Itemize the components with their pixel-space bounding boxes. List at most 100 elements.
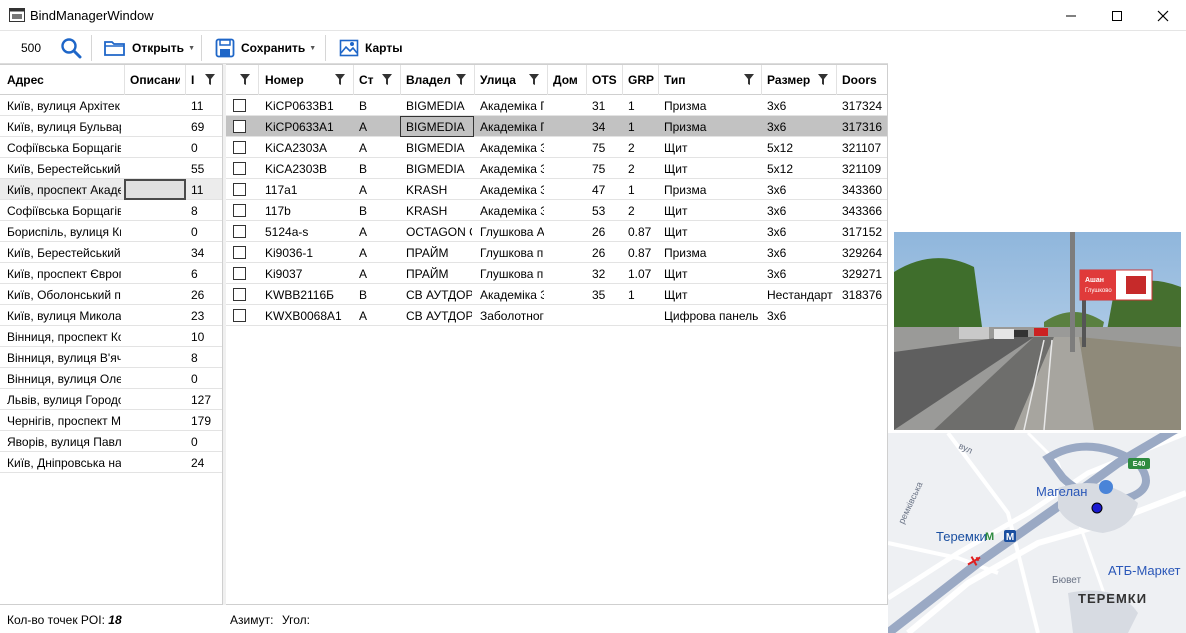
filter-icon[interactable] [335,74,345,85]
owner-cell: ПРАЙМ [406,267,449,281]
grp-cell: 0.87 [628,246,652,260]
board-row[interactable]: KiCA2303A A BIGMEDIA Академіка З 75 2 Щит 5x12 3… [226,137,887,158]
size-cell: 3x6 [767,204,787,218]
row-checkbox[interactable] [233,99,246,112]
row-checkbox[interactable] [233,162,246,175]
type-cell: Призма [664,99,707,113]
close-button[interactable] [1140,0,1186,31]
maps-label: Карты [365,41,403,55]
address-cell: Київ, Дніпровська на [7,456,121,470]
maximize-button[interactable] [1094,0,1140,31]
address-row[interactable]: Київ, Дніпровська на 24 [0,452,222,473]
address-row[interactable]: Київ, Берестейський 34 [0,242,222,263]
close-icon [1157,10,1169,21]
ots-cell: 31 [592,99,606,113]
column-header-owner[interactable]: Владел [406,73,452,87]
board-row[interactable]: 117b B KRASH Академіка З 53 2 Щит 3x6 343366 [226,200,887,221]
address-row[interactable]: Яворів, вулиця Павл 0 [0,431,222,452]
doors-cell: 329264 [842,246,883,260]
column-header-description[interactable]: Описани [130,73,180,87]
column-divider [547,65,548,95]
column-header-grp[interactable]: GRP [628,73,658,87]
row-checkbox[interactable] [233,267,246,280]
row-checkbox[interactable] [233,225,246,238]
column-header-count[interactable]: I [191,73,197,87]
address-row[interactable]: Софіївська Борщагів 8 [0,200,222,221]
address-row[interactable]: Київ, вулиця Микола 23 [0,305,222,326]
open-button[interactable]: Открыть ▼ [104,35,195,61]
number-cell: KiCP0633A1 [265,120,334,134]
address-row[interactable]: Київ, проспект Акаде 11 [0,179,222,200]
board-row[interactable]: Ki9036-1 A ПРАЙМ Глушкова п 26 0.87 Призма 3x6 3… [226,242,887,263]
search-icon[interactable] [60,37,82,59]
filter-icon[interactable] [818,74,828,85]
column-header-doors[interactable]: Doors [842,73,886,87]
address-row[interactable]: Чернігів, проспект М 179 [0,410,222,431]
row-checkbox[interactable] [233,141,246,154]
address-row[interactable]: Вінниця, вулиця В'яч 8 [0,347,222,368]
filter-icon[interactable] [205,74,215,85]
address-row[interactable]: Київ, вулиця Архітек 11 [0,95,222,116]
type-cell: Щит [664,225,688,239]
row-checkbox[interactable] [233,120,246,133]
column-divider [124,65,125,95]
type-cell: Щит [664,162,688,176]
board-row[interactable]: KiCP0633B1 B BIGMEDIA Академіка Г 31 1 Призма 3… [226,95,887,116]
row-checkbox[interactable] [233,309,246,322]
chevron-down-icon: ▼ [188,44,195,52]
board-row[interactable]: KiCA2303B B BIGMEDIA Академіка З 75 2 Щит 5x12 3… [226,158,887,179]
street-cell: Академіка З [480,162,544,176]
number-cell: KiCA2303B [265,162,328,176]
address-row[interactable]: Бориспіль, вулиця Ки 0 [0,221,222,242]
map-metro-label: Теремки [936,529,987,544]
address-row[interactable]: Софіївська Борщагів 0 [0,137,222,158]
address-row[interactable]: Київ, проспект Європ 6 [0,263,222,284]
board-row[interactable]: KiCP0633A1 A BIGMEDIA Академіка Г 34 1 Призма 3… [226,116,887,137]
filter-icon[interactable] [240,74,250,85]
row-checkbox[interactable] [233,288,246,301]
filter-icon[interactable] [744,74,754,85]
board-row[interactable]: Ki9037 A ПРАЙМ Глушкова п 32 1.07 Щит 3x6 329271 [226,263,887,284]
type-cell: Призма [664,120,707,134]
count-field[interactable]: 500 [21,41,41,55]
column-header-street[interactable]: Улица [480,73,520,87]
board-row[interactable]: 5124a-s A OCTAGON C Глушкова А 26 0.87 Щит 3x6 3… [226,221,887,242]
minimize-button[interactable] [1048,0,1094,31]
filter-icon[interactable] [529,74,539,85]
address-row[interactable]: Київ, вулиця Бульвар 69 [0,116,222,137]
description-cell-editor[interactable] [124,179,186,200]
column-header-size[interactable]: Размер [767,73,817,87]
address-row[interactable]: Київ, Оболонський п 26 [0,284,222,305]
map-view[interactable]: E40 вул ремківська Магелан Теремки M M А… [888,433,1186,633]
column-header-ots[interactable]: OTS [592,73,622,87]
size-cell: 3x6 [767,309,787,323]
street-cell: Академіка З [480,183,544,197]
board-row[interactable]: KWBB2116Б B СВ АУТДОР Академіка З 35 1 Щит Нест… [226,284,887,305]
grp-cell: 1.07 [628,267,652,281]
board-row[interactable]: KWXB0068A1 A СВ АУТДОР Заболотног Цифрова па… [226,305,887,326]
column-divider [622,65,623,95]
side-cell: A [359,246,368,260]
column-header-house[interactable]: Дом [553,73,585,87]
address-row[interactable]: Київ, Берестейський 55 [0,158,222,179]
row-checkbox[interactable] [233,183,246,196]
owner-cell: OCTAGON C [406,225,472,239]
row-checkbox[interactable] [233,246,246,259]
filter-icon[interactable] [382,74,392,85]
address-row[interactable]: Львів, вулиця Городо 127 [0,389,222,410]
address-row[interactable]: Вінниця, вулиця Оле 0 [0,368,222,389]
address-row[interactable]: Вінниця, проспект Ко 10 [0,326,222,347]
save-button[interactable]: Сохранить ▼ [215,35,316,61]
filter-icon[interactable] [456,74,466,85]
board-row[interactable]: 117a1 A KRASH Академіка З 47 1 Призма 3x6 343360 [226,179,887,200]
column-header-number[interactable]: Номер [265,73,330,87]
maps-button[interactable]: Карты [339,35,402,61]
column-header-side[interactable]: Ст [359,73,377,87]
doors-cell: 317324 [842,99,883,113]
count-cell: 34 [191,246,205,260]
count-cell: 8 [191,204,198,218]
row-checkbox[interactable] [233,204,246,217]
column-header-type[interactable]: Тип [664,73,724,87]
column-header-address[interactable]: Адрес [7,73,117,87]
sign-text-line1: Ашан [1085,277,1104,284]
